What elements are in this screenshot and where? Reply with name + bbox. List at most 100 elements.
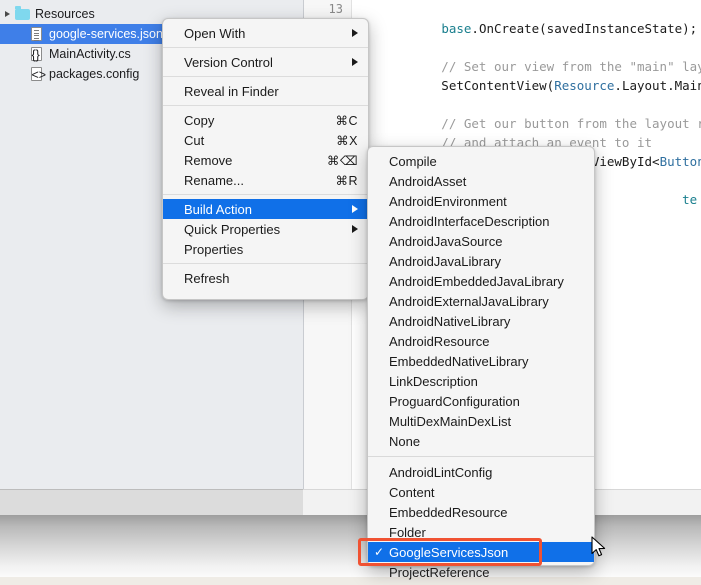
- menu-separator: [163, 47, 368, 48]
- code-token: Resource: [554, 78, 615, 93]
- menu-item-shortcut: ⌘X: [336, 133, 358, 148]
- menu-separator: [163, 76, 368, 77]
- build-action-item-androidresource[interactable]: AndroidResource: [368, 331, 594, 351]
- csharp-file-icon: {}: [30, 47, 42, 62]
- menu-item-label: Reveal in Finder: [184, 83, 279, 99]
- tree-item-label: google-services.json: [49, 27, 163, 41]
- code-line: // Set our view from the "main" layo: [351, 57, 701, 76]
- menu-item-rename[interactable]: Rename... ⌘R: [163, 170, 368, 190]
- disclosure-triangle-icon[interactable]: [0, 4, 14, 24]
- code-token: .OnCreate(savedInstanceState);: [471, 21, 698, 36]
- menu-item-label: Build Action: [184, 201, 252, 217]
- build-action-item-androidjavasource[interactable]: AndroidJavaSource: [368, 231, 594, 251]
- tree-item-label: Resources: [35, 7, 95, 21]
- build-action-item-googleservicesjson[interactable]: ✓ GoogleServicesJson: [368, 542, 594, 562]
- menu-item-copy[interactable]: Copy ⌘C: [163, 110, 368, 130]
- menu-item-shortcut: ⌘⌫: [326, 153, 358, 168]
- code-token: SetContentView(: [351, 78, 555, 93]
- build-action-item-embeddednativelibrary[interactable]: EmbeddedNativeLibrary: [368, 351, 594, 371]
- json-file-icon: [28, 26, 44, 42]
- checkmark-icon: ✓: [374, 545, 385, 559]
- menu-item-reveal-in-finder[interactable]: Reveal in Finder: [163, 81, 368, 101]
- file-context-menu[interactable]: Open With Version Control Reveal in Finder…: [162, 18, 369, 300]
- build-action-item-androidlintconfig[interactable]: AndroidLintConfig: [368, 462, 594, 482]
- menu-item-quick-properties[interactable]: Quick Properties: [163, 219, 368, 239]
- build-action-item-androidasset[interactable]: AndroidAsset: [368, 171, 594, 191]
- menu-item-label: Properties: [184, 241, 244, 257]
- disclosure-spacer: [14, 44, 28, 64]
- build-action-item-projectreference[interactable]: ProjectReference: [368, 562, 594, 582]
- menu-item-properties[interactable]: Properties: [163, 239, 368, 259]
- build-action-item-label: AndroidExternalJavaLibrary: [389, 293, 549, 309]
- disclosure-spacer: [14, 24, 28, 44]
- menu-item-label: Refresh: [184, 270, 230, 286]
- build-action-item-label: None: [389, 433, 421, 449]
- menu-item-build-action[interactable]: Build Action: [163, 199, 368, 219]
- menu-item-label: Copy: [184, 112, 215, 128]
- build-action-item-proguardconfiguration[interactable]: ProguardConfiguration: [368, 391, 594, 411]
- menu-item-label: Remove: [184, 152, 233, 168]
- build-action-item-label: LinkDescription: [389, 373, 478, 389]
- build-action-item-embeddedresource[interactable]: EmbeddedResource: [368, 502, 594, 522]
- menu-item-cut[interactable]: Cut ⌘X: [163, 130, 368, 150]
- build-action-item-compile[interactable]: Compile: [368, 151, 594, 171]
- menu-item-open-with[interactable]: Open With: [163, 23, 368, 43]
- menu-item-label: Quick Properties: [184, 221, 281, 237]
- build-action-item-label: AndroidJavaSource: [389, 233, 503, 249]
- build-action-item-label: Folder: [389, 524, 426, 540]
- menu-item-refresh[interactable]: Refresh: [163, 268, 368, 288]
- screen-root: 13 14 base.OnCreate(savedInstanceState);…: [0, 0, 701, 585]
- menu-item-label: Cut: [184, 132, 205, 148]
- build-action-item-label: EmbeddedResource: [389, 504, 508, 520]
- submenu-arrow-icon: [352, 29, 358, 37]
- code-token: // Get our button from the layout re: [351, 116, 701, 131]
- tree-item-label: MainActivity.cs: [49, 47, 131, 61]
- code-token: .Layout.Main): [614, 78, 701, 93]
- sidebar-footer-bar: [0, 489, 303, 516]
- build-action-item-label: AndroidEnvironment: [389, 193, 507, 209]
- build-action-item-label: AndroidEmbeddedJavaLibrary: [389, 273, 564, 289]
- menu-item-label: Version Control: [184, 54, 273, 70]
- menu-separator: [368, 456, 594, 457]
- menu-item-label: Open With: [184, 25, 246, 41]
- build-action-item-androidexternaljavalibrary[interactable]: AndroidExternalJavaLibrary: [368, 291, 594, 311]
- build-action-item-label: Compile: [389, 153, 437, 169]
- mouse-pointer: [591, 536, 607, 558]
- build-action-submenu[interactable]: Compile AndroidAsset AndroidEnvironment And…: [367, 146, 595, 580]
- build-action-item-none[interactable]: None: [368, 431, 594, 451]
- build-action-item-androidnativelibrary[interactable]: AndroidNativeLibrary: [368, 311, 594, 331]
- build-action-item-content[interactable]: Content: [368, 482, 594, 502]
- build-action-item-androidembeddedjavalibrary[interactable]: AndroidEmbeddedJavaLibrary: [368, 271, 594, 291]
- build-action-item-androidenvironment[interactable]: AndroidEnvironment: [368, 191, 594, 211]
- build-action-item-androidinterfacedescription[interactable]: AndroidInterfaceDescription: [368, 211, 594, 231]
- build-action-item-label: EmbeddedNativeLibrary: [389, 353, 529, 369]
- build-action-item-label: ProguardConfiguration: [389, 393, 520, 409]
- code-token: base: [441, 21, 472, 36]
- menu-item-shortcut: ⌘R: [335, 173, 358, 188]
- menu-separator: [163, 105, 368, 106]
- build-action-item-androidjavalibrary[interactable]: AndroidJavaLibrary: [368, 251, 594, 271]
- code-line: // Get our button from the layout re: [351, 114, 701, 133]
- build-action-item-label: ProjectReference: [389, 564, 490, 580]
- menu-item-label: Rename...: [184, 172, 244, 188]
- line-number: 13: [328, 2, 343, 16]
- code-token: Button: [659, 154, 701, 169]
- build-action-item-label: AndroidNativeLibrary: [389, 313, 511, 329]
- disclosure-spacer: [14, 64, 28, 84]
- folder-icon: [14, 6, 30, 22]
- build-action-item-label: AndroidLintConfig: [389, 464, 493, 480]
- code-token: te: [682, 192, 698, 207]
- build-action-item-multidexmaindexlist[interactable]: MultiDexMainDexList: [368, 411, 594, 431]
- menu-item-remove[interactable]: Remove ⌘⌫: [163, 150, 368, 170]
- build-action-item-linkdescription[interactable]: LinkDescription: [368, 371, 594, 391]
- menu-item-version-control[interactable]: Version Control: [163, 52, 368, 72]
- code-line: SetContentView(Resource.Layout.Main): [351, 76, 701, 95]
- build-action-item-label: AndroidResource: [389, 333, 490, 349]
- build-action-item-label: AndroidInterfaceDescription: [389, 213, 550, 229]
- build-action-item-label: GoogleServicesJson: [389, 544, 509, 560]
- code-token: { button.Te: [697, 192, 701, 207]
- build-action-item-folder[interactable]: Folder: [368, 522, 594, 542]
- xml-file-icon: <>: [30, 67, 47, 82]
